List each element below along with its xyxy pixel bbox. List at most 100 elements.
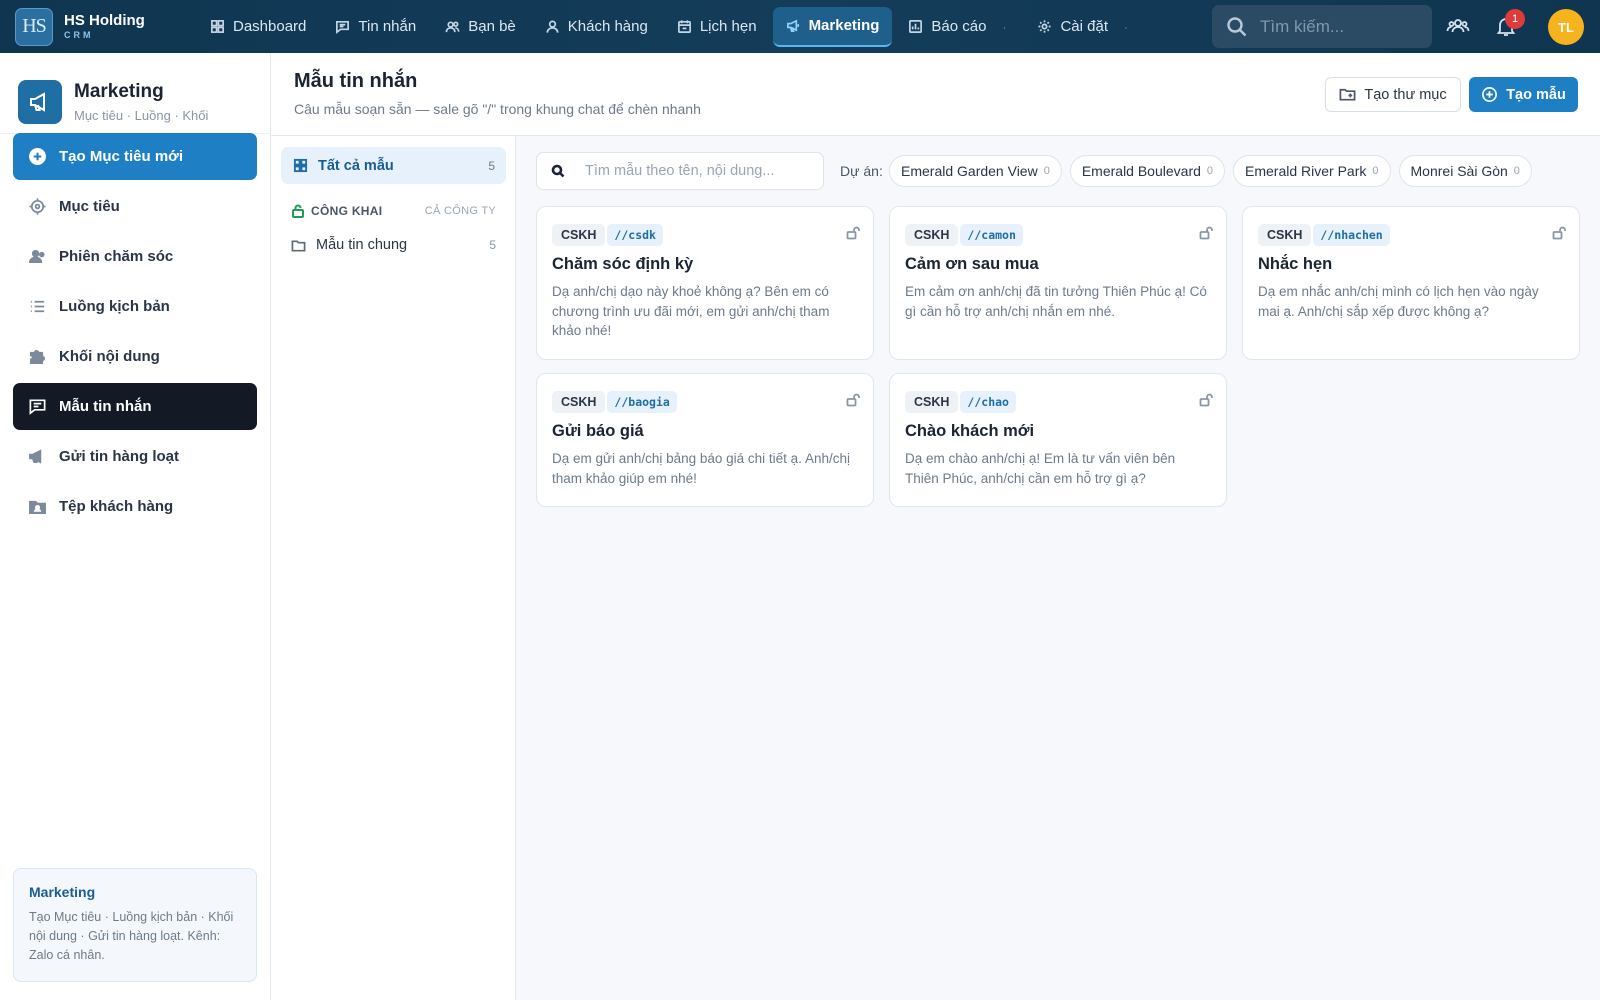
template-lock-button[interactable] bbox=[1199, 393, 1213, 407]
brand-subtitle: CRM bbox=[64, 30, 94, 40]
project-chip[interactable]: Emerald Boulevard 0 bbox=[1069, 155, 1226, 187]
folder-all-templates[interactable]: Tất cả mẫu 5 bbox=[281, 147, 506, 184]
create-template-button[interactable]: Tạo mẫu bbox=[1469, 77, 1578, 112]
unlock-icon bbox=[292, 204, 304, 218]
template-lock-button[interactable] bbox=[846, 226, 860, 240]
project-chip-count: 0 bbox=[1372, 165, 1379, 177]
message-icon bbox=[29, 399, 46, 415]
folder-plus-icon bbox=[1339, 88, 1356, 101]
folder-group-scope: CẢ CÔNG TY bbox=[424, 205, 496, 217]
project-chip-count: 0 bbox=[1043, 165, 1050, 177]
folder-item[interactable]: Mẫu tin chung 5 bbox=[291, 232, 496, 258]
page-title: Mẫu tin nhắn bbox=[294, 70, 418, 92]
nav-dashboard[interactable]: Dashboard bbox=[197, 7, 319, 47]
notification-badge: 1 bbox=[1505, 9, 1525, 29]
nav-customers[interactable]: Khách hàng bbox=[532, 7, 661, 47]
main-nav: Dashboard Tin nhắn Bạn bè Khách hàng Lịc… bbox=[197, 0, 1146, 53]
template-lock-button[interactable] bbox=[1552, 226, 1566, 240]
nav-settings[interactable]: Cài đặt bbox=[1024, 7, 1121, 47]
template-card[interactable]: CSKH //chao Chào khách mới Dạ em chào an… bbox=[889, 373, 1227, 507]
create-folder-button[interactable]: Tạo thư mục bbox=[1325, 77, 1461, 112]
template-category: CSKH bbox=[552, 391, 606, 413]
nav-reports[interactable]: Báo cáo bbox=[895, 7, 999, 47]
template-category: CSKH bbox=[905, 224, 959, 246]
contacts-folder-icon bbox=[29, 500, 46, 515]
project-chip-name: Monrei Sài Gòn bbox=[1410, 163, 1508, 179]
template-category: CSKH bbox=[552, 224, 606, 246]
template-shortcut: //csdk bbox=[607, 224, 663, 246]
sidebar-item-care-sessions[interactable]: Phiên chăm sóc bbox=[13, 233, 257, 280]
unlock-icon bbox=[846, 226, 860, 240]
sidebar-item-script-flows[interactable]: Luồng kịch bản bbox=[13, 283, 257, 330]
template-shortcut: //baogia bbox=[607, 391, 677, 413]
folder-item-count: 5 bbox=[489, 238, 496, 252]
megaphone-icon bbox=[29, 449, 42, 464]
nav-marketing[interactable]: Marketing bbox=[772, 6, 893, 47]
grid-icon bbox=[293, 158, 308, 173]
sidebar-header: Marketing Mục tiêu · Luồng · Khối bbox=[0, 53, 270, 133]
sidebar-item-label: Luồng kịch bản bbox=[59, 298, 170, 315]
template-lock-button[interactable] bbox=[846, 393, 860, 407]
plus-circle-icon bbox=[1482, 87, 1498, 102]
template-card[interactable]: CSKH //baogia Gửi báo giá Dạ em gửi anh/… bbox=[536, 373, 874, 507]
folder-icon bbox=[291, 239, 306, 251]
nav-appointments[interactable]: Lịch hẹn bbox=[664, 7, 770, 47]
template-search-input[interactable]: Tìm mẫu theo tên, nội dung... bbox=[536, 152, 824, 190]
brand-logo: HS bbox=[15, 7, 53, 46]
template-card[interactable]: CSKH //camon Cảm ơn sau mua Em cảm ơn an… bbox=[889, 206, 1227, 360]
create-template-label: Tạo mẫu bbox=[1506, 86, 1566, 103]
template-card[interactable]: CSKH //nhachen Nhắc hẹn Dạ em nhắc anh/c… bbox=[1242, 206, 1580, 360]
project-chip[interactable]: Emerald River Park 0 bbox=[1233, 155, 1391, 187]
template-category: CSKH bbox=[1258, 224, 1312, 246]
project-chip[interactable]: Monrei Sài Gòn 0 bbox=[1398, 155, 1532, 187]
avatar[interactable]: TL bbox=[1548, 9, 1584, 45]
target-icon bbox=[29, 198, 46, 215]
sidebar-item-message-templates[interactable]: Mẫu tin nhắn bbox=[13, 383, 257, 430]
sidebar-item-label: Phiên chăm sóc bbox=[59, 248, 174, 265]
nav-friends[interactable]: Bạn bè bbox=[432, 7, 529, 47]
nav-separator: · bbox=[1124, 19, 1128, 34]
project-chip[interactable]: Emerald Garden View 0 bbox=[889, 155, 1062, 187]
page-subtitle: Câu mẫu soạn sẵn — sale gõ "/" trong khu… bbox=[294, 101, 701, 117]
puzzle-icon bbox=[29, 349, 45, 365]
brand[interactable]: HS HS Holding CRM bbox=[15, 7, 175, 46]
template-search-placeholder: Tìm mẫu theo tên, nội dung... bbox=[585, 163, 775, 179]
global-search-input[interactable]: Tìm kiếm... bbox=[1212, 5, 1432, 48]
template-card[interactable]: CSKH //csdk Chăm sóc định kỳ Dạ anh/chị … bbox=[536, 206, 874, 360]
sidebar-item-label: Tệp khách hàng bbox=[59, 498, 174, 515]
template-title: Chào khách mới bbox=[905, 422, 1035, 440]
folder-group-label: CÔNG KHAI bbox=[311, 204, 383, 218]
team-button[interactable] bbox=[1446, 14, 1472, 40]
sidebar-item-content-blocks[interactable]: Khối nội dung bbox=[13, 333, 257, 380]
sidebar-item-create-goal[interactable]: Tạo Mục tiêu mới bbox=[13, 133, 257, 180]
message-icon bbox=[336, 20, 350, 34]
template-shortcut: //nhachen bbox=[1313, 224, 1390, 246]
global-search-placeholder: Tìm kiếm... bbox=[1260, 16, 1345, 36]
unlock-icon bbox=[846, 393, 860, 407]
project-filter-label: Dự án: bbox=[840, 163, 883, 179]
nav-label: Khách hàng bbox=[567, 18, 648, 35]
project-chip-name: Emerald Boulevard bbox=[1081, 163, 1201, 179]
template-body: Dạ em nhắc anh/chị mình có lịch hẹn vào … bbox=[1258, 284, 1539, 319]
sidebar-item-customer-files[interactable]: Tệp khách hàng bbox=[13, 483, 257, 530]
sidebar-item-goals[interactable]: Mục tiêu bbox=[13, 183, 257, 230]
create-folder-label: Tạo thư mục bbox=[1364, 86, 1447, 103]
nav-messages[interactable]: Tin nhắn bbox=[322, 7, 429, 47]
search-icon bbox=[551, 164, 565, 178]
sidebar-item-label: Mẫu tin nhắn bbox=[59, 398, 152, 415]
template-lock-button[interactable] bbox=[1199, 226, 1213, 240]
folder-item-label: Mẫu tin chung bbox=[316, 237, 408, 253]
chart-icon bbox=[909, 20, 923, 33]
user-icon bbox=[546, 20, 559, 33]
sidebar-item-label: Mục tiêu bbox=[59, 198, 120, 215]
team-icon bbox=[1446, 19, 1470, 33]
nav-label: Cài đặt bbox=[1060, 18, 1108, 35]
search-icon bbox=[1227, 16, 1247, 36]
page-header: Mẫu tin nhắn Câu mẫu soạn sẵn — sale gõ … bbox=[271, 53, 1600, 136]
sidebar-item-label: Tạo Mục tiêu mới bbox=[59, 148, 184, 165]
top-navbar: HS HS Holding CRM Dashboard Tin nhắn Bạn… bbox=[0, 0, 1600, 53]
plus-circle-icon bbox=[29, 148, 46, 165]
sidebar-item-bulk-send[interactable]: Gửi tin hàng loạt bbox=[13, 433, 257, 480]
nav-label: Lịch hẹn bbox=[699, 18, 757, 35]
unlock-icon bbox=[1199, 226, 1213, 240]
